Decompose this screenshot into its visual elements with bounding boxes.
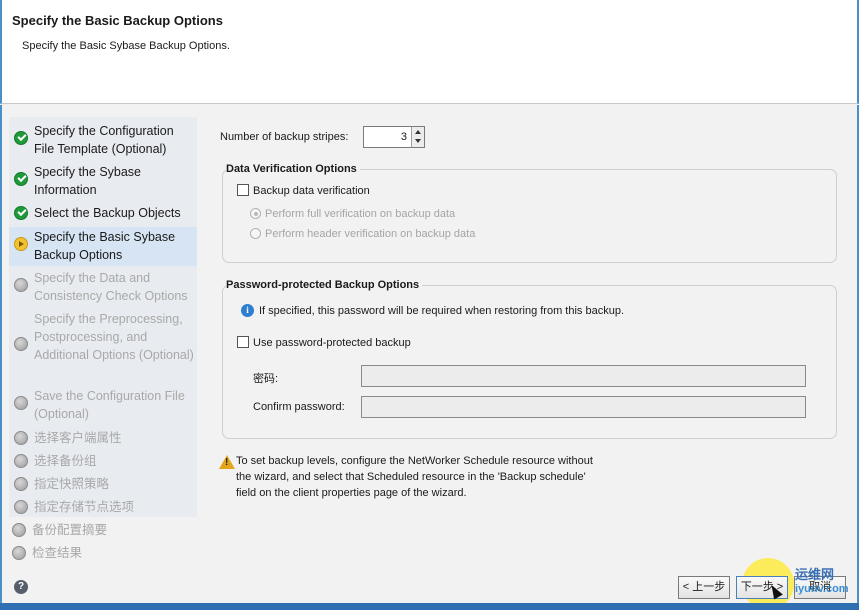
- full-verification-radio[interactable]: [250, 208, 261, 219]
- step-configuration-file-template[interactable]: Specify the Configuration File Template …: [9, 122, 197, 160]
- step-backup-config-summary[interactable]: 备份配置摘要: [7, 521, 195, 541]
- step-label: 检查结果: [32, 546, 83, 560]
- step-check-results[interactable]: 检查结果: [7, 544, 195, 564]
- use-password-label[interactable]: Use password-protected backup: [253, 337, 411, 349]
- stripes-value[interactable]: 3: [401, 131, 407, 143]
- back-button[interactable]: < 上一步: [678, 576, 730, 599]
- spinner-buttons: [411, 127, 424, 147]
- warning-icon: [219, 455, 235, 469]
- pending-icon: [14, 278, 28, 292]
- wizard-header: Specify the Basic Backup Options Specify…: [0, 0, 859, 104]
- spinner-down-icon[interactable]: [415, 139, 421, 143]
- check-icon: [14, 172, 28, 186]
- step-label: Specify the Basic Sybase Backup Options: [34, 230, 176, 262]
- step-storage-node-options[interactable]: 指定存储节点选项: [9, 498, 197, 518]
- step-label: Save the Configuration File (Optional): [34, 389, 185, 421]
- step-label: Specify the Configuration File Template …: [34, 124, 174, 156]
- bottom-accent-bar: [0, 603, 859, 610]
- step-basic-sybase-backup-options[interactable]: Specify the Basic Sybase Backup Options: [9, 227, 197, 266]
- info-icon: i: [241, 304, 254, 317]
- step-snapshot-policy[interactable]: 指定快照策略: [9, 475, 197, 495]
- backup-levels-note: To set backup levels, configure the NetW…: [236, 455, 593, 499]
- pending-icon: [14, 396, 28, 410]
- step-label: 选择备份组: [34, 454, 97, 468]
- step-sybase-information[interactable]: Specify the Sybase Information: [9, 163, 197, 201]
- pending-icon: [14, 337, 28, 351]
- step-label: Specify the Preprocessing, Postprocessin…: [34, 312, 194, 362]
- stripes-spinner[interactable]: 3: [363, 126, 425, 148]
- step-select-backup-objects[interactable]: Select the Backup Objects: [9, 204, 197, 224]
- pending-icon: [14, 454, 28, 468]
- step-label: 选择客户端属性: [34, 431, 122, 445]
- pending-icon: [12, 523, 26, 537]
- stripes-label: Number of backup stripes:: [220, 131, 349, 143]
- backup-verification-checkbox[interactable]: [237, 184, 249, 196]
- wizard-steps-sidebar: Specify the Configuration File Template …: [9, 117, 197, 517]
- step-select-client-properties[interactable]: 选择客户端属性: [9, 429, 197, 449]
- password-group-title: Password-protected Backup Options: [226, 279, 423, 291]
- header-verification-label: Perform header verification on backup da…: [265, 228, 476, 240]
- watermark-line2: iyunv.com: [795, 583, 849, 595]
- page-title: Specify the Basic Backup Options: [12, 13, 223, 28]
- data-verification-title: Data Verification Options: [226, 163, 360, 175]
- help-icon[interactable]: ?: [14, 580, 28, 594]
- step-preprocessing-options[interactable]: Specify the Preprocessing, Postprocessin…: [9, 310, 197, 384]
- use-password-checkbox[interactable]: [237, 336, 249, 348]
- arrow-icon: [14, 237, 28, 251]
- step-label: Specify the Sybase Information: [34, 165, 142, 197]
- confirm-password-label: Confirm password:: [253, 401, 345, 413]
- password-info-text: If specified, this password will be requ…: [259, 305, 625, 317]
- password-field[interactable]: [361, 365, 806, 387]
- step-label: Select the Backup Objects: [34, 206, 181, 220]
- confirm-password-field[interactable]: [361, 396, 806, 418]
- pending-icon: [14, 477, 28, 491]
- page-subtitle: Specify the Basic Sybase Backup Options.: [22, 40, 230, 52]
- step-label: Specify the Data and Consistency Check O…: [34, 271, 188, 303]
- step-label: 指定存储节点选项: [34, 500, 135, 514]
- step-label: 备份配置摘要: [32, 523, 108, 537]
- spinner-up-icon[interactable]: [415, 130, 421, 134]
- step-data-consistency-check[interactable]: Specify the Data and Consistency Check O…: [9, 269, 197, 307]
- check-icon: [14, 206, 28, 220]
- step-label: 指定快照策略: [34, 477, 110, 491]
- pending-icon: [12, 546, 26, 560]
- watermark: 运维网 iyunv.com: [795, 568, 849, 596]
- check-icon: [14, 131, 28, 145]
- watermark-line1: 运维网: [795, 567, 835, 582]
- step-select-backup-group[interactable]: 选择备份组: [9, 452, 197, 472]
- pending-icon: [14, 500, 28, 514]
- step-save-configuration-file[interactable]: Save the Configuration File (Optional): [9, 387, 197, 425]
- pending-icon: [14, 431, 28, 445]
- full-verification-label: Perform full verification on backup data: [265, 208, 456, 220]
- header-verification-radio[interactable]: [250, 228, 261, 239]
- password-label: 密码:: [253, 373, 279, 385]
- backup-verification-label[interactable]: Backup data verification: [253, 185, 370, 197]
